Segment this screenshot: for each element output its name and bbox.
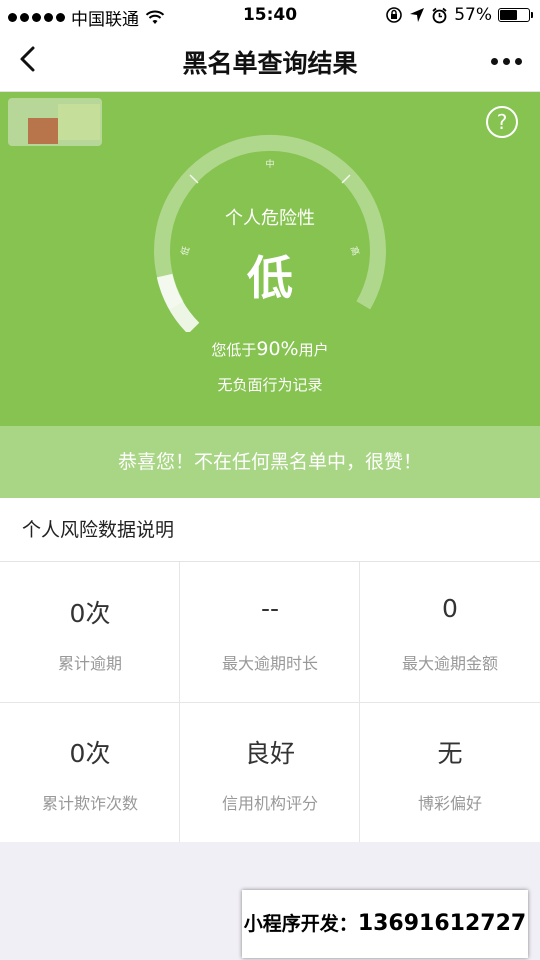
result-banner: 恭喜您！不在任何黑名单中，很赞！ bbox=[0, 426, 540, 498]
gauge-mark-mid: 中 bbox=[265, 158, 274, 170]
detail-value: 0次 bbox=[69, 599, 111, 628]
status-right: 57% bbox=[385, 5, 533, 25]
detail-value: 0次 bbox=[69, 739, 111, 768]
detail-cell-gambling-preference: 无 博彩偏好 bbox=[360, 702, 540, 842]
detail-cell-credit-score: 良好 信用机构评分 bbox=[180, 702, 360, 842]
nav-bar: 黑名单查询结果 bbox=[0, 30, 540, 92]
detail-label: 博彩偏好 bbox=[417, 794, 482, 813]
question-circle-icon[interactable]: ? bbox=[486, 106, 518, 138]
detail-cell-overdue-count: 0次 累计逾期 bbox=[0, 562, 180, 702]
promo-phone: 13691612727 bbox=[357, 911, 527, 936]
location-arrow-icon bbox=[410, 8, 425, 22]
more-dots-icon[interactable] bbox=[491, 58, 522, 65]
risk-label: 个人危险性 bbox=[225, 208, 315, 229]
risk-record: 无负面行为记录 bbox=[217, 376, 323, 394]
avatar bbox=[8, 98, 102, 146]
percentile-prefix: 您低于 bbox=[211, 341, 257, 359]
detail-label: 最大逾期时长 bbox=[221, 654, 318, 673]
percentile-suffix: 用户 bbox=[298, 341, 329, 359]
risk-level: 低 bbox=[247, 251, 293, 305]
grid-divider bbox=[0, 702, 540, 703]
status-bar: 中国联通 15:40 57% bbox=[0, 0, 540, 30]
detail-value: 无 bbox=[437, 739, 463, 768]
promo-box: 小程序开发：13691612727 bbox=[242, 890, 528, 958]
detail-value: 良好 bbox=[244, 739, 295, 768]
detail-label: 累计逾期 bbox=[57, 654, 122, 673]
percentile-value: 90% bbox=[256, 338, 299, 360]
promo-label: 小程序开发： bbox=[243, 913, 358, 935]
page-title: 黑名单查询结果 bbox=[182, 49, 358, 78]
alarm-icon bbox=[432, 7, 447, 23]
detail-label: 最大逾期金额 bbox=[401, 654, 498, 673]
risk-hero: ? 中 低 高 个人危险性 低 您低于90%用户 无负面行为记录 bbox=[0, 92, 540, 426]
risk-percentile: 您低于90%用户 bbox=[0, 338, 540, 360]
detail-label: 信用机构评分 bbox=[221, 794, 318, 813]
detail-label: 累计欺诈次数 bbox=[41, 794, 138, 813]
detail-cell-max-overdue-duration: -- 最大逾期时长 bbox=[180, 562, 360, 702]
details-grid: 0次 累计逾期 -- 最大逾期时长 0 最大逾期金额 0次 累计欺诈次数 良好 … bbox=[0, 562, 540, 842]
details-title: 个人风险数据说明 bbox=[0, 498, 540, 562]
detail-cell-fraud-count: 0次 累计欺诈次数 bbox=[0, 702, 180, 842]
rotation-lock-icon bbox=[386, 7, 403, 23]
detail-cell-max-overdue-amount: 0 最大逾期金额 bbox=[360, 562, 540, 702]
battery-icon bbox=[498, 8, 533, 22]
detail-value: -- bbox=[260, 594, 280, 623]
detail-value: 0 bbox=[442, 594, 458, 623]
battery-percent: 57% bbox=[454, 5, 492, 25]
